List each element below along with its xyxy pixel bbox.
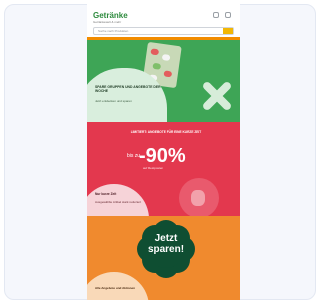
card-title: Alle Angebote und Aktionen — [95, 286, 135, 290]
banner-red[interactable]: LIMITIERT: ANGEBOTE FÜR EINE KURZE ZEIT … — [87, 122, 240, 216]
banner-title: LIMITIERT: ANGEBOTE FÜR EINE KURZE ZEIT — [130, 130, 202, 134]
site-logo[interactable]: Getränke — [93, 12, 128, 20]
discount-value: -90% — [139, 145, 186, 167]
account-icon[interactable] — [213, 12, 219, 18]
search-input[interactable]: Suche nach Produkten — [93, 27, 234, 35]
badge-label: Jetzt sparen! — [147, 233, 185, 255]
site-tagline: Getränkewelt & mehr — [93, 20, 122, 24]
site-header: Getränke Getränkewelt & mehr Suche nach … — [87, 4, 240, 40]
cross-pattern-icon — [199, 78, 235, 114]
mobile-page: Getränke Getränkewelt & mehr Suche nach … — [87, 4, 240, 300]
decorative-shape — [191, 190, 205, 206]
banner-green[interactable]: SPARE GRUPPEN UND ANGEBOTE DER WOCHE Jet… — [87, 40, 240, 122]
search-icon[interactable] — [223, 28, 233, 34]
cart-icon[interactable] — [225, 12, 231, 18]
card-title: Nur kurze Zeit — [95, 192, 117, 196]
card-subtitle: Ausgewählte Artikel stark reduziert — [95, 200, 142, 204]
banner-title: SPARE GRUPPEN UND ANGEBOTE DER WOCHE — [95, 85, 161, 94]
banner-subtitle: Jetzt entdecken und sparen — [95, 99, 132, 103]
banner-orange[interactable]: Jetzt sparen! Alle Angebote und Aktionen — [87, 216, 240, 300]
search-placeholder: Suche nach Produkten — [98, 29, 129, 33]
discount-note: auf Restposten — [143, 166, 164, 170]
